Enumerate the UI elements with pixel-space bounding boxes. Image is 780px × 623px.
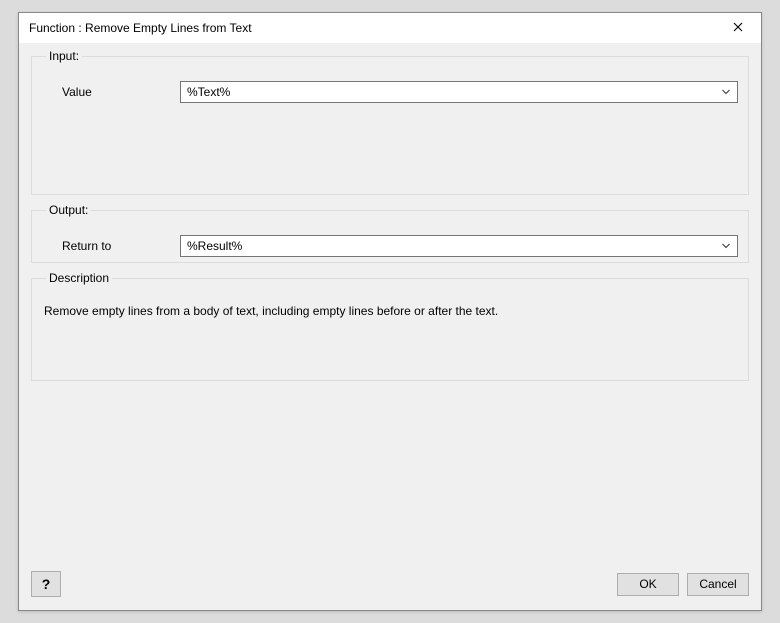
chevron-down-icon [719,243,733,249]
description-group: Description Remove empty lines from a bo… [31,271,749,381]
help-button[interactable]: ? [31,571,61,597]
cancel-button[interactable]: Cancel [687,573,749,596]
output-return-row: Return to %Result% [42,235,738,257]
description-legend: Description [46,271,112,285]
return-to-label: Return to [42,239,180,253]
dialog-footer: ? OK Cancel [31,570,749,598]
value-combobox-text: %Text% [187,85,230,99]
return-to-combobox-text: %Result% [187,239,242,253]
value-label: Value [42,85,180,99]
close-icon [733,21,743,35]
input-legend: Input: [46,49,82,63]
input-group: Input: Value %Text% [31,49,749,195]
function-dialog: Function : Remove Empty Lines from Text … [18,12,762,611]
value-combobox[interactable]: %Text% [180,81,738,103]
ok-button[interactable]: OK [617,573,679,596]
dialog-title: Function : Remove Empty Lines from Text [29,21,252,35]
output-group: Output: Return to %Result% [31,203,749,263]
description-text: Remove empty lines from a body of text, … [42,297,738,322]
chevron-down-icon [719,89,733,95]
dialog-content: Input: Value %Text% Output: Return to %R… [19,43,761,610]
titlebar: Function : Remove Empty Lines from Text [19,13,761,43]
output-legend: Output: [46,203,91,217]
return-to-combobox[interactable]: %Result% [180,235,738,257]
close-button[interactable] [723,16,753,40]
input-value-row: Value %Text% [42,81,738,103]
footer-right: OK Cancel [617,573,749,596]
